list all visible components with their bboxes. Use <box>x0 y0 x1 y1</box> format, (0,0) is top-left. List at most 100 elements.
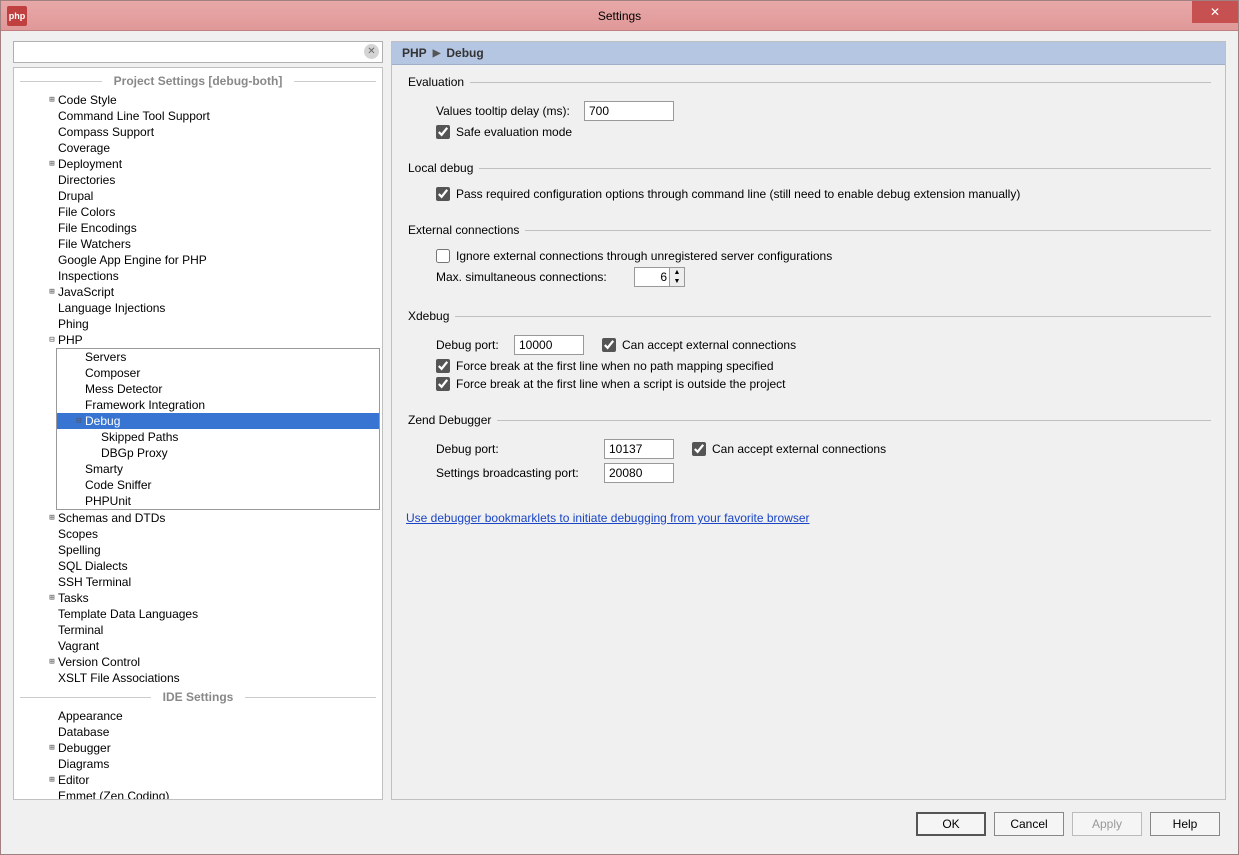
expand-icon[interactable]: ⊞ <box>46 743 58 753</box>
tree-item[interactable]: Smarty <box>57 461 379 477</box>
tree-item[interactable]: ⊞Tasks <box>14 590 382 606</box>
tree-item[interactable]: PHPUnit <box>57 493 379 509</box>
tree-item-label: Appearance <box>58 709 123 723</box>
bookmarklets-link[interactable]: Use debugger bookmarklets to initiate de… <box>406 511 810 525</box>
xdebug-port-input[interactable] <box>514 335 584 355</box>
tree-item[interactable]: File Encodings <box>14 220 382 236</box>
close-icon: ✕ <box>1210 5 1220 19</box>
tree-item[interactable]: Skipped Paths <box>57 429 379 445</box>
safe-mode-checkbox[interactable]: Safe evaluation mode <box>436 125 572 139</box>
expand-icon[interactable]: ⊞ <box>46 513 58 523</box>
tree-item-label: PHPUnit <box>85 494 131 508</box>
zend-accept-checkbox[interactable]: Can accept external connections <box>692 442 886 456</box>
local-debug-legend: Local debug <box>406 161 479 175</box>
xdebug-force1-checkbox[interactable]: Force break at the first line when no pa… <box>436 359 774 373</box>
chevron-right-icon: ▶ <box>433 48 441 59</box>
tree-item[interactable]: Servers <box>57 349 379 365</box>
tree-item[interactable]: Compass Support <box>14 124 382 140</box>
tree-item[interactable]: Phing <box>14 316 382 332</box>
max-conn-input[interactable] <box>635 268 669 286</box>
breadcrumb-root[interactable]: PHP <box>402 46 427 60</box>
tree-item[interactable]: ⊟PHP <box>14 332 382 348</box>
zend-port-input[interactable] <box>604 439 674 459</box>
window-title: Settings <box>598 9 641 23</box>
tree-item[interactable]: Coverage <box>14 140 382 156</box>
tree-item-label: Command Line Tool Support <box>58 109 210 123</box>
tree-item[interactable]: Inspections <box>14 268 382 284</box>
tree-item-label: Inspections <box>58 269 119 283</box>
spinner-down-icon[interactable]: ▼ <box>670 277 684 286</box>
tree-item[interactable]: File Watchers <box>14 236 382 252</box>
xdebug-force2-checkbox[interactable]: Force break at the first line when a scr… <box>436 377 786 391</box>
tree-item[interactable]: Emmet (Zen Coding) <box>14 788 382 800</box>
tree-item[interactable]: SSH Terminal <box>14 574 382 590</box>
close-button[interactable]: ✕ <box>1192 1 1238 23</box>
tree-item[interactable]: Terminal <box>14 622 382 638</box>
tree-item[interactable]: Drupal <box>14 188 382 204</box>
tree-item[interactable]: Scopes <box>14 526 382 542</box>
tree-item[interactable]: ⊞Version Control <box>14 654 382 670</box>
clear-search-icon[interactable]: ✕ <box>364 44 379 59</box>
tooltip-delay-input[interactable] <box>584 101 674 121</box>
xdebug-group: Xdebug Debug port: Can accept external c… <box>406 309 1211 395</box>
external-connections-group: External connections Ignore external con… <box>406 223 1211 291</box>
tree-item[interactable]: ⊞Editor <box>14 772 382 788</box>
evaluation-group: Evaluation Values tooltip delay (ms): Sa… <box>406 75 1211 143</box>
tree-item[interactable]: SQL Dialects <box>14 558 382 574</box>
tree-item[interactable]: Google App Engine for PHP <box>14 252 382 268</box>
tree-item[interactable]: ⊞Deployment <box>14 156 382 172</box>
tree-item-label: Terminal <box>58 623 103 637</box>
ok-button[interactable]: OK <box>916 812 986 836</box>
tree-item[interactable]: File Colors <box>14 204 382 220</box>
tree-item[interactable]: Framework Integration <box>57 397 379 413</box>
tree-item[interactable]: Diagrams <box>14 756 382 772</box>
tree-item-label: Servers <box>85 350 126 364</box>
tree-item[interactable]: ⊞JavaScript <box>14 284 382 300</box>
max-conn-label: Max. simultaneous connections: <box>436 270 626 284</box>
spinner-up-icon[interactable]: ▲ <box>670 268 684 277</box>
tree-item-label: Schemas and DTDs <box>58 511 165 525</box>
tree-item[interactable]: XSLT File Associations <box>14 670 382 686</box>
tree-item[interactable]: ⊞Debugger <box>14 740 382 756</box>
zend-broadcast-input[interactable] <box>604 463 674 483</box>
expand-icon[interactable]: ⊞ <box>46 95 58 105</box>
tree-item-label: Code Sniffer <box>85 478 152 492</box>
ignore-external-checkbox[interactable]: Ignore external connections through unre… <box>436 249 832 263</box>
tree-item-label: Tasks <box>58 591 89 605</box>
tree-item[interactable]: Spelling <box>14 542 382 558</box>
tree-item[interactable]: Code Sniffer <box>57 477 379 493</box>
tree-item[interactable]: Mess Detector <box>57 381 379 397</box>
xdebug-accept-checkbox[interactable]: Can accept external connections <box>602 338 796 352</box>
settings-tree[interactable]: Project Settings [debug-both]⊞Code Style… <box>13 67 383 800</box>
tree-item[interactable]: ⊞Code Style <box>14 92 382 108</box>
tree-item[interactable]: Language Injections <box>14 300 382 316</box>
search-input[interactable] <box>13 41 383 63</box>
tree-item[interactable]: Database <box>14 724 382 740</box>
tree-item[interactable]: Appearance <box>14 708 382 724</box>
apply-button[interactable]: Apply <box>1072 812 1142 836</box>
expand-icon[interactable]: ⊞ <box>46 593 58 603</box>
collapse-icon[interactable]: ⊟ <box>73 416 85 426</box>
tree-item-label: File Watchers <box>58 237 131 251</box>
tree-item[interactable]: Composer <box>57 365 379 381</box>
tree-item[interactable]: ⊞Schemas and DTDs <box>14 510 382 526</box>
tree-item[interactable]: Command Line Tool Support <box>14 108 382 124</box>
expand-icon[interactable]: ⊞ <box>46 657 58 667</box>
max-conn-spinner[interactable]: ▲▼ <box>634 267 685 287</box>
pass-config-checkbox[interactable]: Pass required configuration options thro… <box>436 187 1020 201</box>
cancel-button[interactable]: Cancel <box>994 812 1064 836</box>
tree-item[interactable]: Directories <box>14 172 382 188</box>
tree-item[interactable]: DBGp Proxy <box>57 445 379 461</box>
tree-item[interactable]: Vagrant <box>14 638 382 654</box>
tree-item-label: Compass Support <box>58 125 154 139</box>
expand-icon[interactable]: ⊞ <box>46 287 58 297</box>
collapse-icon[interactable]: ⊟ <box>46 335 58 345</box>
tree-item-label: Mess Detector <box>85 382 162 396</box>
tree-item[interactable]: Template Data Languages <box>14 606 382 622</box>
tree-item-label: JavaScript <box>58 285 114 299</box>
tree-item[interactable]: ⊟Debug <box>57 413 379 429</box>
expand-icon[interactable]: ⊞ <box>46 159 58 169</box>
help-button[interactable]: Help <box>1150 812 1220 836</box>
expand-icon[interactable]: ⊞ <box>46 775 58 785</box>
tree-item-label: Diagrams <box>58 757 109 771</box>
